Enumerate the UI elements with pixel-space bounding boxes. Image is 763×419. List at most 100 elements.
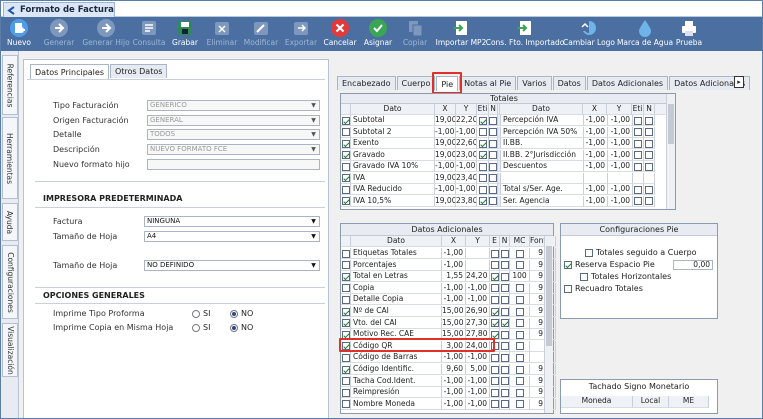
checkbox[interactable]	[500, 330, 509, 339]
field-detalle[interactable]: TODOS ▼	[147, 129, 320, 140]
toolbar-button-cons-fto-importado[interactable]: Cons. Fto. Importado	[486, 17, 564, 51]
toolbar-button-generar[interactable]: Generar	[37, 17, 81, 51]
toolbar-button-importar-mp2[interactable]: Importar MP2	[433, 17, 489, 51]
field-tipo-facturaci-n[interactable]: GENERICO ▼	[147, 100, 320, 111]
vertical-scrollbar[interactable]	[544, 236, 553, 413]
checkbox-checked[interactable]	[341, 139, 350, 148]
checkbox[interactable]	[490, 377, 499, 386]
checkbox-checked[interactable]	[341, 307, 350, 316]
tab-datos-principales[interactable]: Datos Principales	[30, 64, 109, 79]
checkbox[interactable]	[634, 151, 642, 159]
toolbar-button-consulta[interactable]: Consulta	[131, 17, 167, 51]
toolbar-button-prueba[interactable]: Prueba	[673, 17, 705, 51]
tab-cuerpo[interactable]: Cuerpo	[396, 76, 436, 90]
checkbox[interactable]	[490, 284, 499, 293]
checkbox[interactable]	[489, 128, 497, 136]
checkbox[interactable]	[500, 353, 509, 362]
checkbox-checked[interactable]	[490, 307, 499, 316]
toolbar-button-exportar[interactable]: Exportar	[281, 17, 321, 51]
checkbox[interactable]	[489, 139, 497, 148]
checkbox-checked[interactable]	[478, 139, 487, 148]
checkbox[interactable]	[634, 139, 642, 148]
tab-encabezado[interactable]: Encabezado	[337, 76, 396, 90]
tab-datos[interactable]: Datos	[552, 76, 586, 90]
checkbox[interactable]	[341, 353, 350, 362]
toolbar-button-copiar[interactable]: Copiar	[397, 17, 433, 51]
printer-field-0[interactable]: NINGUNA ▼	[144, 216, 320, 227]
window-tab[interactable]: Formato de Factura	[3, 2, 115, 17]
tab-otros-datos[interactable]: Otros Datos	[109, 64, 168, 78]
tab-scroll-right-icon[interactable]: ▸	[734, 76, 744, 88]
checkbox[interactable]	[634, 162, 642, 171]
checkbox[interactable]	[341, 128, 350, 136]
checkbox[interactable]	[478, 174, 487, 182]
checkbox[interactable]	[564, 285, 572, 293]
checkbox[interactable]	[634, 185, 642, 194]
printer-field-1[interactable]: A4 ▼	[144, 231, 320, 242]
checkbox[interactable]	[515, 342, 524, 351]
checkbox[interactable]	[489, 162, 497, 171]
checkbox[interactable]	[341, 388, 350, 397]
toolbar-button-asignar[interactable]: Asignar	[359, 17, 397, 51]
checkbox-checked[interactable]	[478, 116, 487, 125]
checkbox[interactable]	[645, 151, 653, 159]
checkbox[interactable]	[645, 162, 653, 171]
checkbox[interactable]	[341, 261, 350, 270]
checkbox[interactable]	[500, 307, 509, 316]
checkbox[interactable]	[515, 295, 524, 304]
radio-si[interactable]: SI	[192, 309, 210, 318]
checkbox[interactable]	[490, 249, 499, 258]
checkbox-checked[interactable]	[478, 151, 487, 159]
checkbox[interactable]	[490, 261, 499, 270]
tab-notas-al-pie[interactable]: Notas al Pie	[459, 76, 517, 90]
checkbox[interactable]	[490, 353, 499, 362]
checkbox[interactable]	[341, 185, 350, 194]
checkbox[interactable]	[645, 197, 653, 205]
checkbox[interactable]	[634, 116, 642, 125]
checkbox[interactable]	[500, 261, 509, 270]
toolbar-button-modificar[interactable]: Modificar	[241, 17, 281, 51]
radio-no[interactable]: NO	[230, 309, 253, 318]
toolbar-button-nuevo[interactable]: Nuevo	[1, 17, 37, 51]
toolbar-button-eliminar[interactable]: Eliminar	[203, 17, 241, 51]
checkbox-checked[interactable]	[564, 261, 572, 269]
toolbar-button-cambiar-logo[interactable]: Cambiar Logo	[561, 17, 617, 51]
toolbar-button-generar-hijo[interactable]: Generar Hijo	[81, 17, 131, 51]
checkbox[interactable]	[489, 116, 497, 125]
printer-field-2[interactable]: NO DEFINIDO ▼	[144, 260, 320, 271]
checkbox[interactable]	[645, 116, 653, 125]
checkbox[interactable]	[341, 162, 350, 171]
tab-datos-adicionales[interactable]: Datos Adicionales	[586, 76, 669, 90]
checkbox[interactable]	[515, 353, 524, 362]
checkbox[interactable]	[580, 273, 588, 281]
checkbox-checked[interactable]	[500, 319, 509, 328]
checkbox[interactable]	[478, 185, 487, 194]
field-descripci-n[interactable]: NUEVO FORMATO FCE ▼	[147, 144, 320, 155]
checkbox[interactable]	[585, 249, 593, 257]
checkbox[interactable]	[634, 197, 642, 205]
checkbox[interactable]	[341, 249, 350, 258]
checkbox[interactable]	[645, 185, 653, 194]
checkbox-checked[interactable]	[341, 151, 350, 159]
checkbox-checked[interactable]	[341, 365, 350, 374]
checkbox[interactable]	[341, 377, 350, 386]
scroll-thumb[interactable]	[546, 246, 552, 346]
checkbox-checked[interactable]	[341, 319, 350, 328]
checkbox[interactable]	[515, 284, 524, 293]
checkbox[interactable]	[500, 249, 509, 258]
checkbox[interactable]	[489, 197, 497, 205]
side-tab-visualizaci-n[interactable]: Visualización	[2, 323, 18, 377]
checkbox[interactable]	[500, 342, 509, 351]
checkbox-checked[interactable]	[490, 319, 499, 328]
checkbox[interactable]	[489, 151, 497, 159]
checkbox[interactable]	[500, 388, 509, 397]
checkbox[interactable]	[489, 185, 497, 194]
checkbox-checked[interactable]	[478, 197, 487, 205]
field-origen-facturaci-n[interactable]: GENERAL ▼	[147, 115, 320, 126]
checkbox[interactable]	[500, 377, 509, 386]
checkbox[interactable]	[645, 128, 653, 136]
toolbar-button-cancelar[interactable]: Cancelar	[321, 17, 359, 51]
checkbox[interactable]	[500, 272, 509, 281]
checkbox[interactable]	[341, 284, 350, 293]
checkbox[interactable]	[489, 174, 497, 182]
